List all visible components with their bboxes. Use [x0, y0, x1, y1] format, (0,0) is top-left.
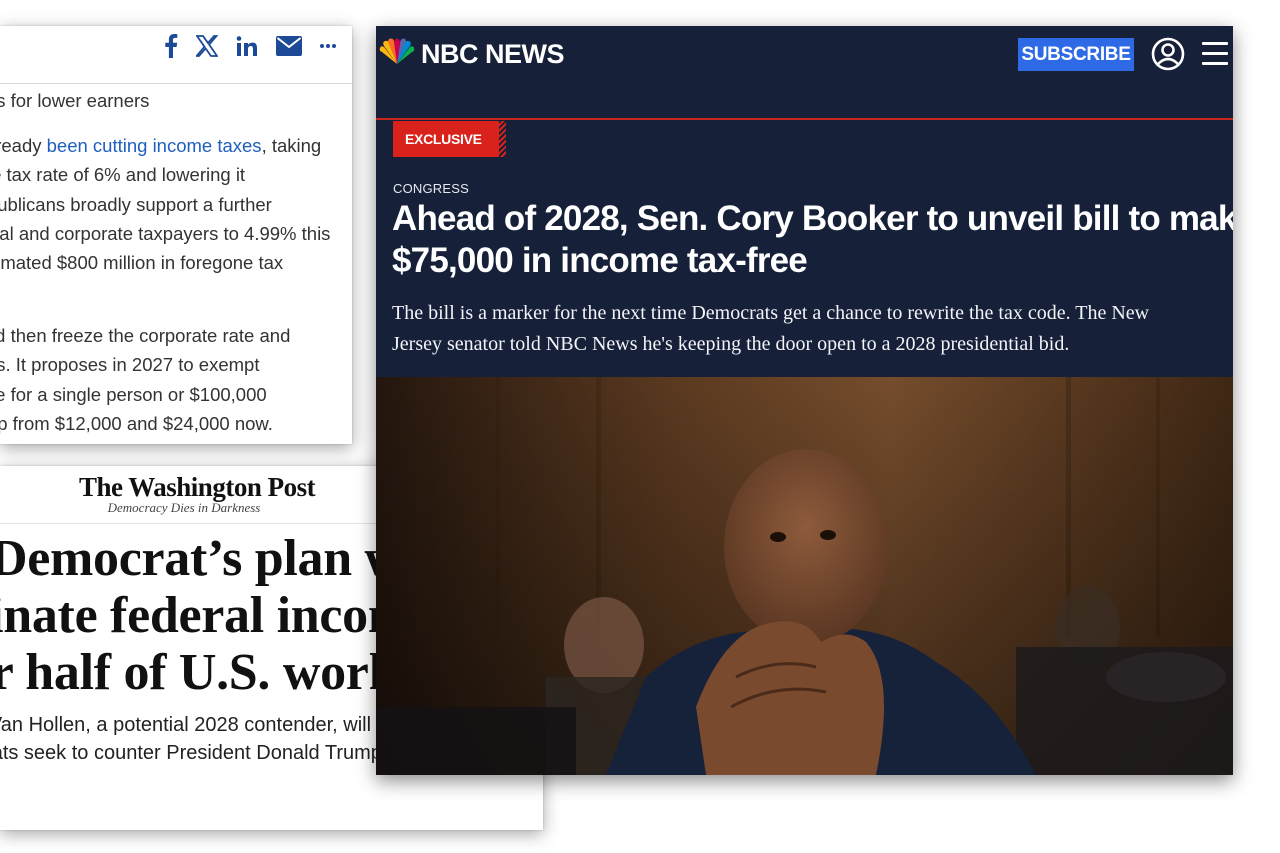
article-line: to 3.15%. Republicans broadly support a … [0, 193, 272, 215]
subscribe-button[interactable]: SUBSCRIBE [1018, 38, 1134, 71]
nbc-wordmark: NBC NEWS [421, 39, 565, 69]
share-toolbar [0, 26, 352, 84]
account-icon[interactable] [1151, 37, 1185, 71]
article-excerpt-card: Plan cuts taxes for lower earners Indian… [0, 26, 352, 444]
article-text: Indiana has already [0, 135, 42, 157]
section-label[interactable]: CONGRESS [393, 181, 469, 196]
article-line: pursue tax cuts. It proposes in 2027 to … [0, 354, 260, 376]
article-line: cut for individual and corporate taxpaye… [0, 222, 331, 244]
nbc-headline-line: $75,000 in income tax-free [392, 241, 808, 280]
article-line: the top income tax rate of 6% and loweri… [0, 164, 246, 186]
article-text: , taking [261, 135, 322, 157]
nbc-dek-line: Jersey senator told NBC News he's keepin… [392, 333, 1070, 355]
exclusive-badge: EXCLUSIVE [393, 121, 506, 157]
share-icons [164, 34, 336, 58]
nbc-navbar: NBC NEWS SUBSCRIBE [376, 26, 1233, 120]
linkedin-icon[interactable] [236, 35, 258, 57]
article-line: for a couple, up from $12,000 and $24,00… [0, 412, 273, 434]
article-line: Indiana has already been cutting income … [0, 131, 340, 160]
nbc-dek-line: The bill is a marker for the next time D… [392, 302, 1150, 324]
nbc-dek: The bill is a marker for the next time D… [392, 298, 1222, 360]
x-icon[interactable] [196, 35, 218, 57]
email-icon[interactable] [276, 36, 302, 56]
article-line: The plan would then freeze the corporate… [0, 325, 291, 347]
article-paragraph: Indiana has already been cutting income … [0, 131, 340, 277]
hamburger-menu-icon[interactable] [1202, 42, 1228, 66]
nbc-logo[interactable]: NBC NEWS [379, 38, 565, 71]
article-line: Plan cuts taxes for lower earners [0, 90, 150, 111]
income-taxes-link[interactable]: been cutting income taxes [47, 135, 262, 156]
article-body: Plan cuts taxes for lower earners Indian… [0, 86, 340, 444]
article-line: the first income for a single person or … [0, 383, 267, 405]
wapo-logo[interactable]: The Washington Post [79, 472, 316, 503]
nbc-peacock-icon [379, 38, 415, 71]
nbc-headline-line: Ahead of 2028, Sen. Cory Booker to unvei… [392, 199, 1233, 238]
article-line: year, at an estimated $800 million in fo… [0, 252, 284, 274]
nbc-headline: Ahead of 2028, Sen. Cory Booker to unvei… [392, 198, 1233, 282]
article-paragraph: Plan cuts taxes for lower earners [0, 86, 340, 115]
hero-photo [376, 377, 1233, 775]
wapo-tagline: Democracy Dies in Darkness [107, 500, 261, 515]
more-icon[interactable] [320, 43, 336, 49]
article-paragraph: The plan would then freeze the corporate… [0, 321, 340, 438]
facebook-icon[interactable] [164, 34, 178, 58]
nbc-news-card: NBC NEWS SUBSCRIBE EXCLUSIVE CONGRESS Ah… [376, 26, 1233, 775]
